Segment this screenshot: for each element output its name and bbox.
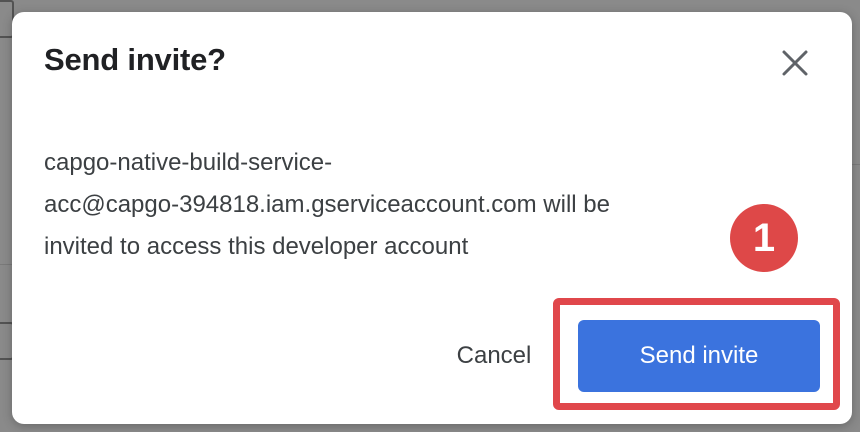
dialog-message: capgo-native-build-service- acc@capgo-39…: [44, 142, 764, 268]
close-icon: [782, 50, 808, 76]
background-divider: [852, 164, 860, 165]
cancel-button[interactable]: Cancel: [438, 334, 550, 378]
dialog-message-line: capgo-native-build-service-: [44, 149, 333, 176]
step-number-badge: 1: [730, 204, 798, 272]
close-button[interactable]: [772, 40, 818, 86]
dialog-message-line: acc@capgo-394818.iam.gserviceaccount.com…: [44, 191, 610, 218]
dialog-title: Send invite?: [44, 42, 226, 77]
send-invite-button[interactable]: Send invite: [578, 320, 820, 392]
background-divider: [0, 264, 12, 265]
dialog-message-line: invited to access this developer account: [44, 233, 469, 260]
